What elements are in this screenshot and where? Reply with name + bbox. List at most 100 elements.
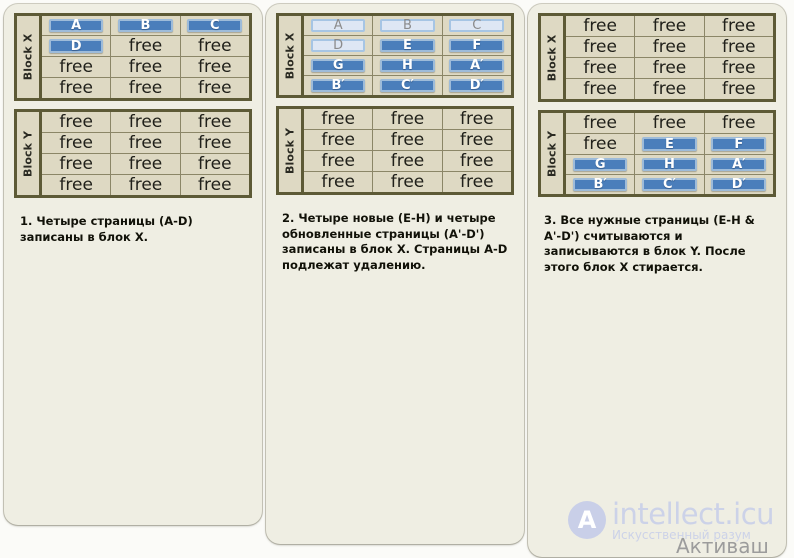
block-label-text: Block X <box>283 32 297 79</box>
memory-cell-free: free <box>198 78 232 98</box>
grid-row: free free free <box>566 16 773 37</box>
page-tile-faded: C <box>449 18 505 33</box>
memory-cell-free: free <box>373 130 443 150</box>
memory-cell-page: A′ <box>443 56 511 75</box>
memory-cell-free: free <box>635 113 705 133</box>
memory-cell-free: free <box>722 16 756 36</box>
grid-row: free free free <box>42 175 249 195</box>
block-label-text: Block Y <box>545 130 559 177</box>
page-tile-active: F <box>449 38 505 53</box>
memory-cell-free: free <box>635 37 705 57</box>
memory-cell-free: free <box>460 172 494 192</box>
memory-cell-page: A′ <box>705 155 773 174</box>
page-tile-active: G <box>572 157 628 172</box>
page-grid: free free free free free free free free free free… <box>42 112 249 195</box>
memory-cell-free: free <box>635 16 705 36</box>
nand-flash-diagram: Block X A B C Dfree free free free free free free f… <box>0 0 794 558</box>
page-grid: free free free free E F G H A′ B′ C′ D′ <box>566 113 773 194</box>
grid-row: Dfree free <box>42 36 249 57</box>
block-label-text: Block X <box>21 33 35 81</box>
page-tile-faded: D <box>310 38 366 53</box>
memory-cell-free: free <box>635 79 705 99</box>
memory-cell-free: free <box>42 175 112 195</box>
memory-cell-free: free <box>304 172 374 192</box>
panel-caption: 2. Четыре новые (E-H) и четыре обновленн… <box>282 211 508 272</box>
page-tile-active: D′ <box>449 78 505 93</box>
grid-row: G H A′ <box>566 155 773 175</box>
memory-cell-free: free <box>304 130 374 150</box>
grid-row: free free free <box>42 112 249 133</box>
grid-row: ABC <box>304 16 511 36</box>
grid-row: free free free <box>566 79 773 99</box>
grid-row: free free free <box>566 37 773 58</box>
block-label: Block X <box>279 16 304 95</box>
grid-row: B′ C′ D′ <box>304 76 511 95</box>
panel-caption: 1. Четыре страницы (A-D) записаны в блок… <box>20 214 193 244</box>
memory-cell-page: E <box>373 36 443 55</box>
memory-block-block-y: Block Yfree free free free E F G H A′ B′ C′ D′ <box>538 110 776 197</box>
page-tile-active: C′ <box>380 78 435 93</box>
watermark-title: intellect.icu <box>612 497 775 531</box>
memory-cell-free: free <box>566 79 636 99</box>
grid-row: free free free <box>566 113 773 134</box>
memory-cell-page: A <box>42 16 112 35</box>
block-label: Block Y <box>279 109 304 192</box>
memory-cell-free: free <box>722 113 756 133</box>
block-label-text: Block Y <box>283 127 297 174</box>
page-grid: free free free free free free free free free free… <box>304 109 511 192</box>
memory-cell-page: D <box>304 36 374 55</box>
memory-cell-free: free <box>373 109 443 129</box>
memory-cell-free: free <box>111 78 181 98</box>
memory-cell-page: B′ <box>566 175 636 194</box>
page-tile-active: A <box>48 18 104 33</box>
memory-cell-free: free <box>722 79 756 99</box>
memory-cell-free: free <box>42 133 112 153</box>
memory-cell-free: free <box>111 175 181 195</box>
memory-cell-page: F <box>705 134 773 154</box>
memory-cell-free: free <box>198 36 232 56</box>
grid-row: ABC <box>42 16 249 36</box>
page-tile-active: B′ <box>310 78 366 93</box>
memory-cell-page: C′ <box>635 175 705 194</box>
memory-cell-free: free <box>198 57 232 77</box>
memory-cell-free: free <box>722 58 756 78</box>
memory-cell-free: free <box>566 37 636 57</box>
memory-cell-page: C′ <box>373 76 443 95</box>
block-label-text: Block X <box>545 34 559 81</box>
memory-block-block-x: Block X A B C D E F G H A′ B′ C′ D′ <box>276 13 514 98</box>
memory-cell-page: A <box>304 16 374 35</box>
grid-row: free free free <box>42 154 249 175</box>
page-tile-active: D <box>48 39 104 54</box>
memory-cell-page: B′ <box>304 76 374 95</box>
memory-cell-free: free <box>373 151 443 171</box>
page-tile-active: G <box>310 58 366 73</box>
block-label: Block X <box>17 16 42 98</box>
watermark-subtitle: Искусственный разум <box>612 528 751 542</box>
page-tile-faded: A <box>310 18 366 33</box>
memory-cell-page: E <box>635 134 705 154</box>
memory-cell-page: D′ <box>705 175 773 194</box>
memory-cell-free: free <box>460 130 494 150</box>
memory-cell-free: free <box>566 134 636 154</box>
grid-row: free free free <box>42 78 249 98</box>
memory-cell-free: free <box>566 16 636 36</box>
page-tile-active: H <box>380 58 435 73</box>
page-tile-active: B′ <box>572 177 628 192</box>
memory-cell-free: free <box>722 37 756 57</box>
memory-cell-page: H <box>373 56 443 75</box>
grid-row: free free free <box>304 151 511 172</box>
grid-row: free free free <box>42 57 249 78</box>
diagram-panel-3: Block Xfree free free free free free free free f… <box>528 4 786 558</box>
page-tile-active: C <box>187 18 243 33</box>
memory-cell-free: free <box>198 133 232 153</box>
memory-block-block-y: Block Yfree free free free free free free free f… <box>14 109 252 198</box>
memory-cell-free: free <box>460 151 494 171</box>
page-tile-active: A′ <box>711 157 767 172</box>
memory-cell-free: free <box>111 57 181 77</box>
memory-cell-free: free <box>42 112 112 132</box>
memory-cell-page: G <box>304 56 374 75</box>
block-label-text: Block Y <box>21 130 35 177</box>
memory-cell-page: F <box>443 36 511 55</box>
page-tile-active: C′ <box>642 177 697 192</box>
memory-cell-free: free <box>198 154 232 174</box>
